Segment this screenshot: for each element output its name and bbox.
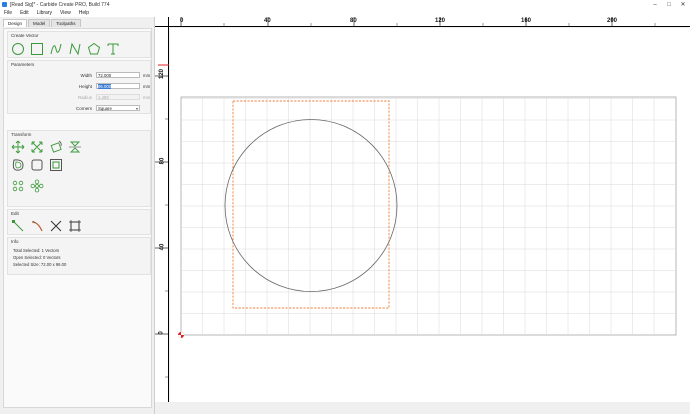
- height-label: Height: [78, 84, 92, 89]
- left-ruler: 120 80 40 0: [155, 17, 169, 402]
- width-unit: mm: [143, 73, 151, 78]
- mirror-icon[interactable]: [68, 140, 82, 154]
- text-tool-icon[interactable]: [106, 42, 120, 56]
- rectangle-tool-icon[interactable]: [30, 42, 44, 56]
- ruler-corner: [155, 17, 169, 27]
- height-field[interactable]: 96.000: [96, 83, 140, 89]
- ruler-left-label-40: 40: [159, 243, 166, 251]
- ruler-top-label-80: 80: [350, 18, 357, 24]
- origin-marker: [178, 332, 184, 338]
- create-vector-title: Create Vector: [11, 33, 39, 38]
- rotate-icon[interactable]: [49, 140, 63, 154]
- corners-value: Square: [98, 106, 112, 111]
- info-group: Info Total Selected: 1 Vectors Open Sele…: [7, 237, 151, 275]
- edit-title: Edit: [11, 211, 19, 216]
- tab-model[interactable]: Model: [28, 19, 51, 27]
- ruler-top-label-40: 40: [264, 18, 271, 24]
- node-edit-icon[interactable]: [11, 219, 25, 233]
- ruler-top-label-120: 120: [435, 18, 446, 24]
- tab-toolpaths[interactable]: Toolpaths: [51, 19, 81, 27]
- width-label: Width: [80, 73, 92, 78]
- ruler-top-label-0: 0: [180, 18, 184, 24]
- canvas-bottom-strip: [155, 402, 690, 414]
- knife-icon[interactable]: [30, 219, 44, 233]
- polygon-tool-icon[interactable]: [87, 42, 101, 56]
- circle-tool-icon[interactable]: [11, 42, 25, 56]
- open-selected: Open Selected: 0 Vectors: [13, 255, 61, 260]
- corners-label: Corners: [75, 106, 92, 111]
- ruler-top-label-160: 160: [521, 18, 532, 24]
- design-canvas[interactable]: [170, 28, 690, 402]
- array-icon[interactable]: [11, 179, 25, 193]
- transform-group: Transform: [7, 130, 151, 207]
- boolean-icon[interactable]: [30, 158, 44, 172]
- menu-view[interactable]: View: [56, 10, 75, 16]
- radius-unit: mm: [143, 95, 151, 100]
- tab-design[interactable]: Design: [3, 19, 28, 27]
- design-panel: Create Vector Parameters Width 72.000 mm…: [3, 28, 152, 408]
- curve-tool-icon[interactable]: [49, 42, 63, 56]
- bounding-box-icon[interactable]: [68, 219, 82, 233]
- scale-icon[interactable]: [30, 140, 44, 154]
- parameters-title: Parameters: [11, 62, 35, 67]
- menu-help[interactable]: Help: [75, 10, 93, 16]
- ruler-top-label-200: 200: [607, 18, 618, 24]
- trim-icon[interactable]: [49, 219, 63, 233]
- edit-group: Edit: [7, 209, 151, 235]
- app-icon: [2, 2, 7, 7]
- menu-file[interactable]: File: [0, 10, 16, 16]
- corners-select[interactable]: Square ▾: [96, 105, 140, 111]
- radius-field: 1.493: [96, 94, 140, 100]
- top-ruler: 0 40 80 120 160 200: [155, 17, 690, 27]
- close-button[interactable]: ✕: [676, 0, 690, 9]
- circular-array-icon[interactable]: [30, 179, 44, 193]
- ruler-left-label-0: 0: [158, 331, 165, 335]
- selected-size: Selected Size: 72.00 x 96.00: [13, 262, 67, 267]
- maximize-button[interactable]: □: [662, 0, 676, 9]
- move-icon[interactable]: [11, 140, 25, 154]
- minimize-button[interactable]: –: [648, 0, 662, 9]
- height-unit: mm: [143, 84, 151, 89]
- offset-icon[interactable]: [11, 158, 25, 172]
- polyline-tool-icon[interactable]: [68, 42, 82, 56]
- menu-bar: File Edit Library View Help: [0, 9, 690, 17]
- menu-edit[interactable]: Edit: [16, 10, 33, 16]
- ruler-left-label-80: 80: [159, 157, 166, 165]
- title-bar: [Read Sig]* - Carbide Create PRO, Build …: [0, 0, 690, 9]
- radius-label: Radius: [77, 95, 92, 100]
- info-title: Info: [11, 239, 19, 244]
- window-title: [Read Sig]* - Carbide Create PRO, Build …: [10, 1, 110, 8]
- total-selected: Total Selected: 1 Vectors: [13, 248, 60, 253]
- inset-icon[interactable]: [49, 158, 63, 172]
- create-vector-group: Create Vector: [7, 31, 151, 58]
- height-value-selected: 96.000: [98, 84, 112, 89]
- menu-library[interactable]: Library: [33, 10, 56, 16]
- transform-title: Transform: [11, 132, 32, 137]
- left-panel: Design Model Toolpaths Create Vector Par…: [0, 17, 155, 414]
- canvas-drawing: [178, 96, 677, 338]
- ruler-left-label-120: 120: [159, 68, 166, 80]
- parameters-group: Parameters Width 72.000 mm Height 96.000…: [7, 60, 151, 114]
- width-field[interactable]: 72.000: [96, 72, 140, 78]
- stock-outline: [180, 96, 677, 336]
- chevron-down-icon: ▾: [135, 106, 138, 111]
